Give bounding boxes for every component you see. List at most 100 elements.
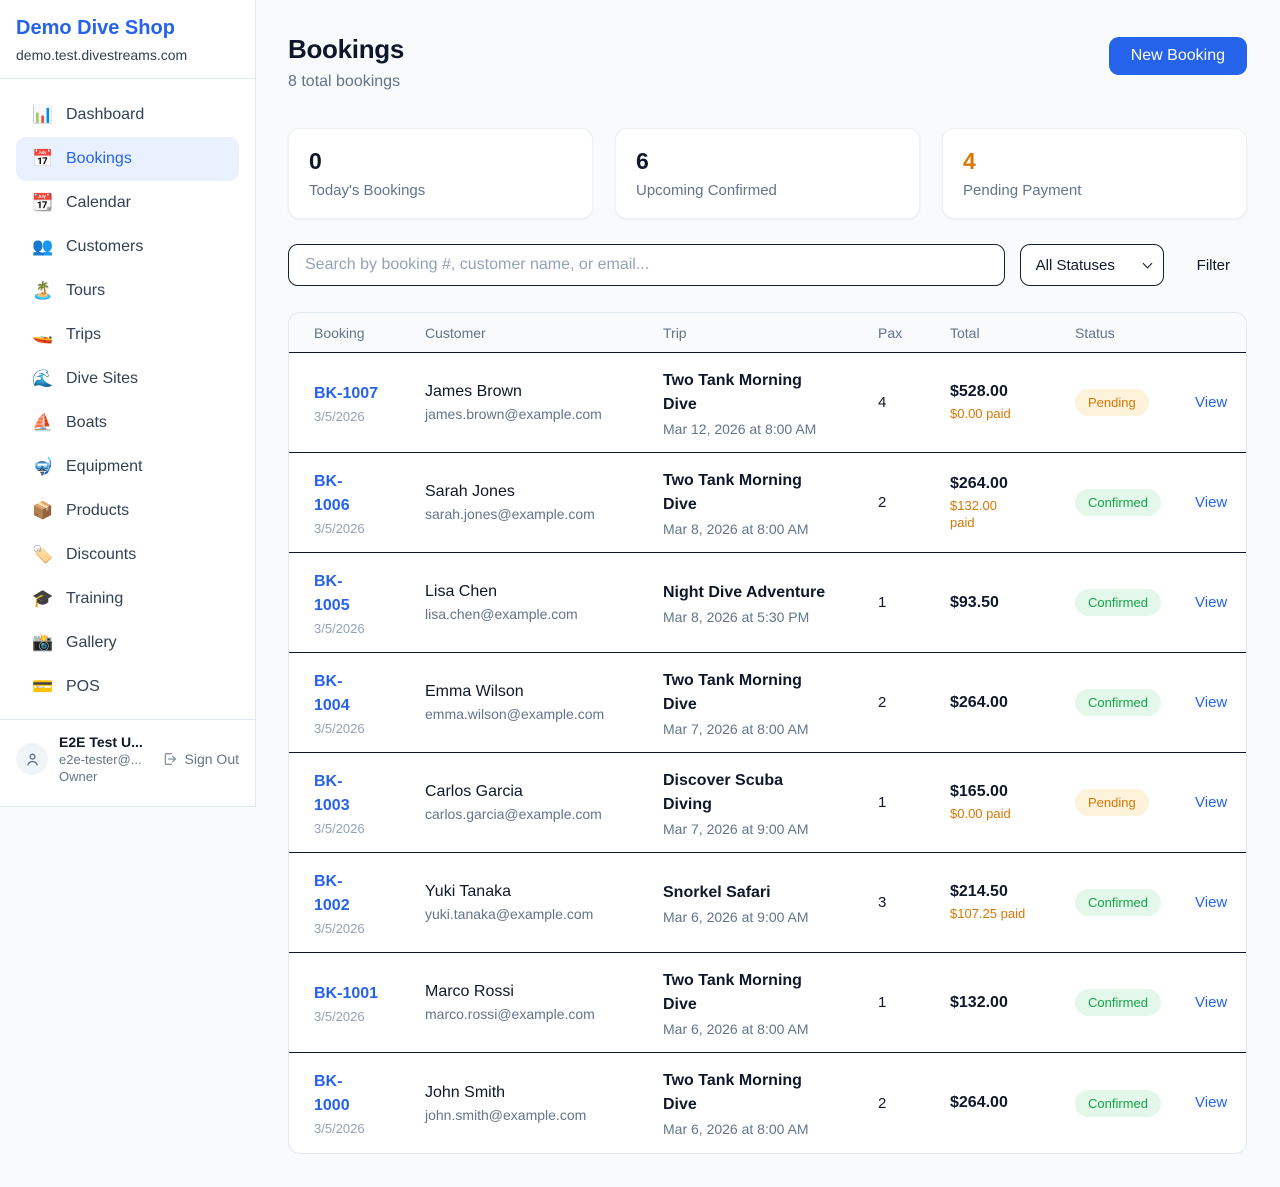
sidebar-item-label: Products xyxy=(66,502,129,520)
view-link[interactable]: View xyxy=(1195,894,1227,911)
booking-date: 3/5/2026 xyxy=(314,821,425,836)
customer-cell: Carlos Garcia carlos.garcia@example.com xyxy=(425,783,663,822)
logout-icon xyxy=(162,751,178,767)
sidebar-item-label: Training xyxy=(66,590,123,608)
view-link[interactable]: View xyxy=(1195,394,1227,411)
sidebar-item-customers[interactable]: 👥Customers xyxy=(16,225,239,269)
col-header-booking: Booking xyxy=(314,325,425,341)
sidebar-item-calendar[interactable]: 📆 Calendar xyxy=(16,181,239,225)
sidebar-item-label: Calendar xyxy=(66,194,131,212)
status-badge: Confirmed xyxy=(1075,589,1161,616)
booking-cell: BK-1001 3/5/2026 xyxy=(314,982,425,1024)
booking-id-link[interactable]: BK- 1005 xyxy=(314,570,425,618)
stat-card-todays-bookings: 0 Today's Bookings xyxy=(288,128,593,219)
sidebar-item-pos[interactable]: 💳POS xyxy=(16,665,239,709)
table-row: BK- 1000 3/5/2026 John Smith john.smith@… xyxy=(289,1053,1246,1153)
status-badge: Confirmed xyxy=(1075,689,1161,716)
total-cell: $264.00 $132.00 paid xyxy=(950,475,1075,531)
view-link[interactable]: View xyxy=(1195,1094,1227,1111)
trip-cell: Night Dive Adventure Mar 8, 2026 at 5:30… xyxy=(663,581,878,625)
actions-cell: View xyxy=(1195,894,1227,912)
booking-date: 3/5/2026 xyxy=(314,1009,425,1024)
user-info: E2E Test U... e2e-tester@... Owner xyxy=(59,734,151,784)
table-header-row: Booking Customer Trip Pax Total Status xyxy=(289,313,1246,353)
actions-cell: View xyxy=(1195,494,1227,512)
table-row: BK-1001 3/5/2026 Marco Rossi marco.rossi… xyxy=(289,953,1246,1053)
customer-name: Lisa Chen xyxy=(425,583,663,601)
sidebar-item-bookings[interactable]: 📅 Bookings xyxy=(16,137,239,181)
sign-out-label: Sign Out xyxy=(185,751,239,767)
bar-chart-icon: 📊 xyxy=(32,105,53,125)
avatar xyxy=(16,743,48,775)
view-link[interactable]: View xyxy=(1195,494,1227,511)
new-booking-button[interactable]: New Booking xyxy=(1109,37,1247,75)
total-cell: $214.50 $107.25 paid xyxy=(950,883,1075,922)
status-select[interactable]: All Statuses xyxy=(1020,244,1164,286)
actions-cell: View xyxy=(1195,994,1227,1012)
booking-id-link[interactable]: BK- 1000 xyxy=(314,1070,425,1118)
col-header-customer: Customer xyxy=(425,325,663,341)
actions-cell: View xyxy=(1195,394,1227,412)
sidebar-item-dive-sites[interactable]: 🌊Dive Sites xyxy=(16,357,239,401)
sidebar-item-label: Bookings xyxy=(66,150,132,168)
sidebar-item-dashboard[interactable]: 📊Dashboard xyxy=(16,93,239,137)
booking-id-link[interactable]: BK- 1002 xyxy=(314,870,425,918)
trip-datetime: Mar 12, 2026 at 8:00 AM xyxy=(663,421,878,437)
sidebar-item-equipment[interactable]: 🤿Equipment xyxy=(16,445,239,489)
sidebar-item-gallery[interactable]: 📸Gallery xyxy=(16,621,239,665)
trip-name: Snorkel Safari xyxy=(663,881,878,905)
view-link[interactable]: View xyxy=(1195,694,1227,711)
customer-email: lisa.chen@example.com xyxy=(425,606,663,622)
stat-card-upcoming-confirmed: 6 Upcoming Confirmed xyxy=(615,128,920,219)
package-icon: 📦 xyxy=(32,501,53,521)
sidebar-item-products[interactable]: 📦 Products xyxy=(16,489,239,533)
pax-count: 1 xyxy=(878,794,950,811)
total-cell: $528.00 $0.00 paid xyxy=(950,383,1075,422)
total-amount: $528.00 xyxy=(950,383,1075,401)
sidebar-item-discounts[interactable]: 🏷️Discounts xyxy=(16,533,239,577)
booking-id-link[interactable]: BK- 1004 xyxy=(314,670,425,718)
paid-amount: $132.00 paid xyxy=(950,497,1075,531)
status-badge: Pending xyxy=(1075,389,1149,416)
total-amount: $93.50 xyxy=(950,594,1075,612)
view-link[interactable]: View xyxy=(1195,594,1227,611)
search-input[interactable] xyxy=(288,244,1005,286)
tag-icon: 🏷️ xyxy=(32,545,53,565)
trip-cell: Snorkel Safari Mar 6, 2026 at 9:00 AM xyxy=(663,881,878,925)
main-content: Bookings 8 total bookings New Booking 0 … xyxy=(256,0,1280,1187)
booking-id-link[interactable]: BK-1007 xyxy=(314,382,425,406)
page-title: Bookings xyxy=(288,34,404,65)
sidebar-item-trips[interactable]: 🚤Trips xyxy=(16,313,239,357)
sidebar-item-boats[interactable]: ⛵Boats xyxy=(16,401,239,445)
customer-cell: James Brown james.brown@example.com xyxy=(425,383,663,422)
pax-count: 3 xyxy=(878,894,950,911)
sidebar-item-label: Equipment xyxy=(66,458,143,476)
sidebar-item-label: Gallery xyxy=(66,634,117,652)
booking-id-link[interactable]: BK-1001 xyxy=(314,982,425,1006)
booking-id-link[interactable]: BK- 1003 xyxy=(314,770,425,818)
calendar-icon: 📅 xyxy=(32,149,53,169)
paid-amount: $0.00 paid xyxy=(950,405,1075,422)
sign-out-button[interactable]: Sign Out xyxy=(162,751,239,767)
calendar-pad-icon: 📆 xyxy=(32,193,53,213)
sidebar-item-label: Boats xyxy=(66,414,107,432)
sidebar-item-training[interactable]: 🎓Training xyxy=(16,577,239,621)
booking-id-link[interactable]: BK- 1006 xyxy=(314,470,425,518)
view-link[interactable]: View xyxy=(1195,994,1227,1011)
brand-block: Demo Dive Shop demo.test.divestreams.com xyxy=(0,0,255,79)
trip-datetime: Mar 7, 2026 at 9:00 AM xyxy=(663,821,878,837)
total-amount: $132.00 xyxy=(950,994,1075,1012)
table-row: BK-1007 3/5/2026 James Brown james.brown… xyxy=(289,353,1246,453)
customer-email: emma.wilson@example.com xyxy=(425,706,663,722)
status-cell: Confirmed xyxy=(1075,989,1195,1016)
island-icon: 🏝️ xyxy=(32,281,53,301)
customer-email: sarah.jones@example.com xyxy=(425,506,663,522)
status-cell: Confirmed xyxy=(1075,489,1195,516)
sidebar-item-tours[interactable]: 🏝️Tours xyxy=(16,269,239,313)
paid-amount: $107.25 paid xyxy=(950,905,1075,922)
total-amount: $264.00 xyxy=(950,694,1075,712)
trip-name: Two Tank Morning Dive xyxy=(663,969,878,1017)
view-link[interactable]: View xyxy=(1195,794,1227,811)
brand-link[interactable]: Demo Dive Shop xyxy=(16,17,239,40)
filter-button[interactable]: Filter xyxy=(1180,257,1247,274)
